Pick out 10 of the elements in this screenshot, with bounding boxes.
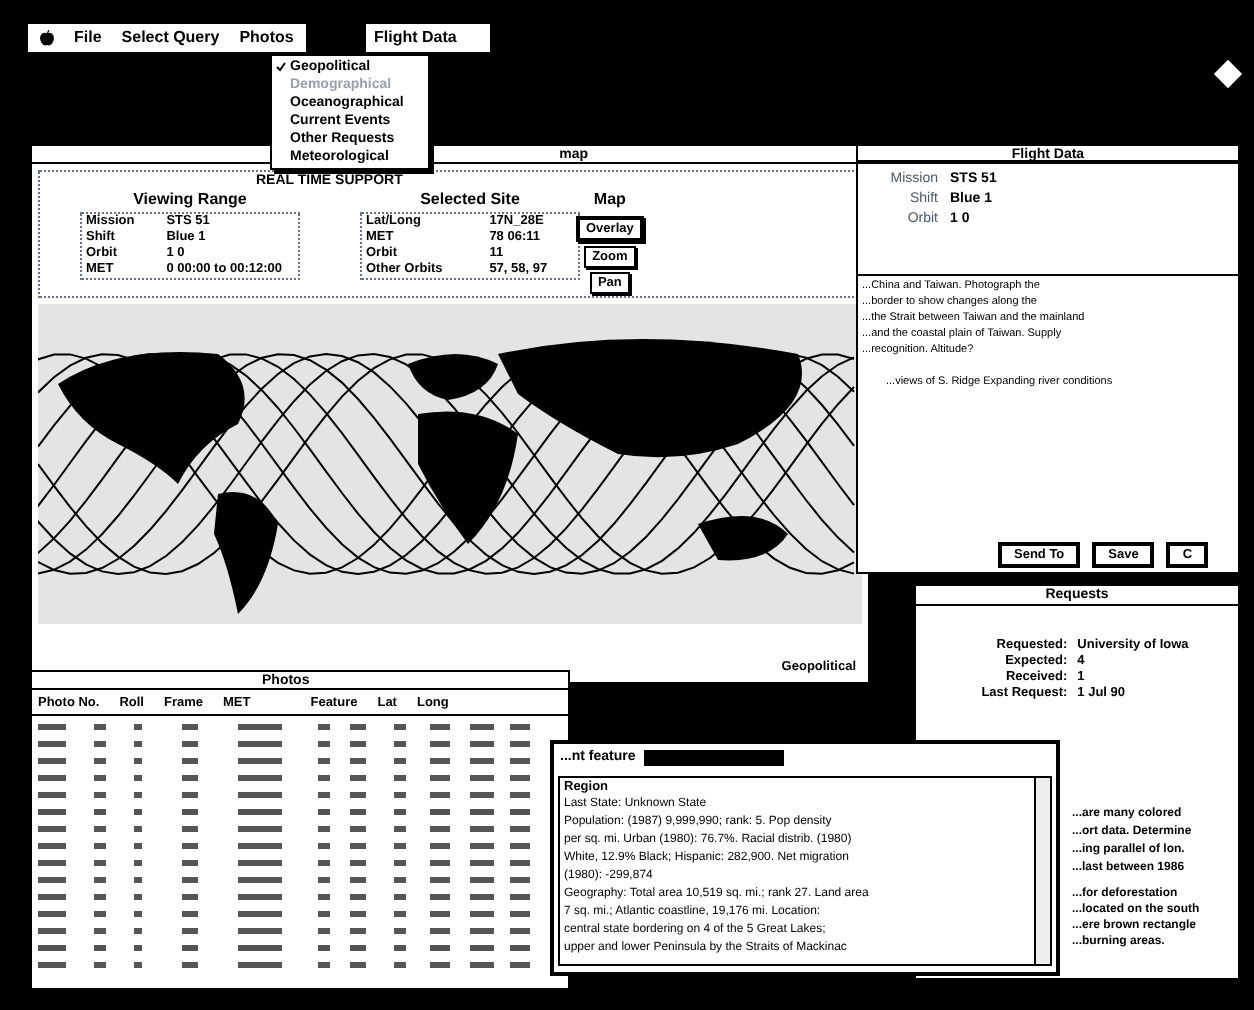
menu-item[interactable]: Select Query: [121, 26, 220, 50]
apple-menu-icon[interactable]: [40, 30, 54, 46]
menu-item[interactable]: File: [74, 26, 102, 50]
section-title: Selected Site: [418, 188, 522, 212]
section-title: Viewing Range: [131, 188, 249, 212]
menu-item[interactable]: Photos: [239, 26, 294, 50]
section-title: Map: [593, 188, 626, 212]
window-menu-title[interactable]: Flight Data: [366, 24, 490, 52]
input-field[interactable]: [643, 750, 784, 767]
scrollbar[interactable]: [1034, 777, 1050, 963]
